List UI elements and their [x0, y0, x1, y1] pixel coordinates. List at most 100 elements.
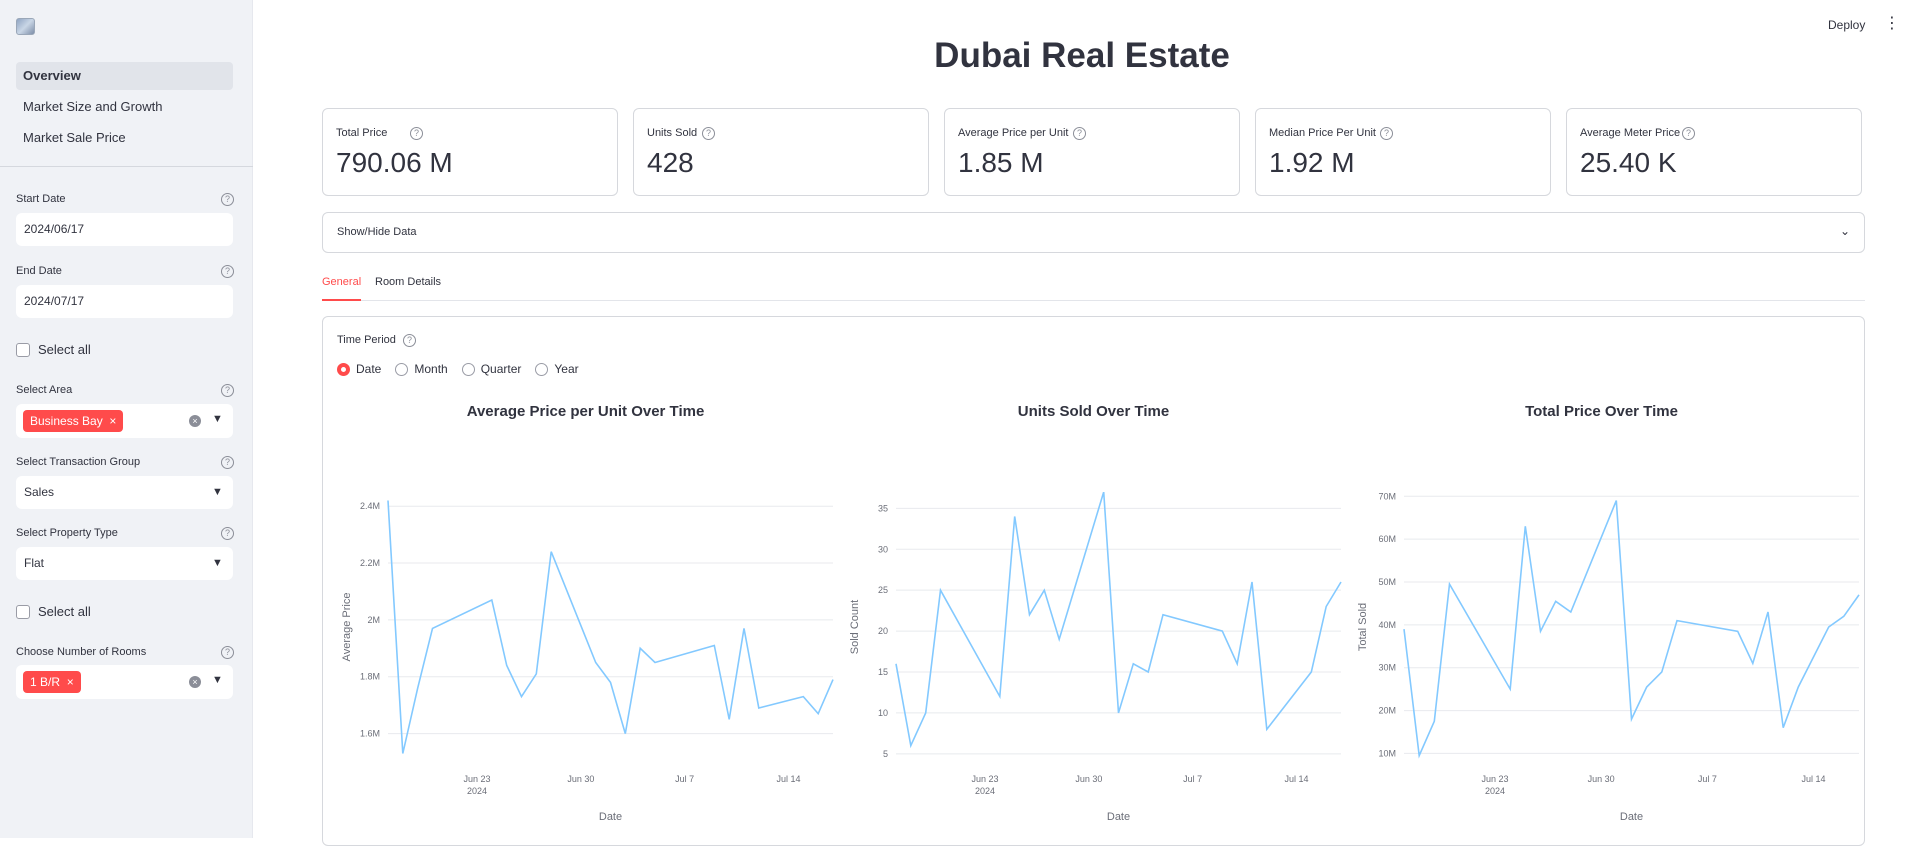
metric-label: Average Price per Unit [958, 127, 1069, 139]
y-axis-label: Total Sold [1357, 603, 1369, 651]
select-all-rooms-checkbox[interactable] [16, 604, 30, 619]
area-chevron-down-icon[interactable]: ▼ [212, 413, 223, 425]
sidebar-nav: Overview Market Size and Growth Market S… [16, 62, 233, 155]
radio-quarter-dot[interactable] [461, 362, 475, 376]
rooms-help-icon[interactable]: ? [221, 646, 234, 659]
radio-month-dot[interactable] [395, 362, 409, 376]
property-type-label: Select Property Type [16, 527, 118, 539]
x-axis-label: Date [1107, 811, 1130, 823]
radio-quarter[interactable]: Quarter [461, 362, 521, 376]
show-hide-data-expander[interactable]: Show/Hide Data ⌄ [322, 212, 1865, 253]
y-tick-label: 5 [883, 749, 888, 759]
radio-month[interactable]: Month [395, 362, 448, 376]
x-tick-label: Jun 23 [1481, 774, 1508, 784]
time-period-label: Time Period [337, 334, 396, 346]
select-area-label: Select Area [16, 384, 73, 396]
y-tick-label: 25 [878, 585, 888, 595]
radio-date-dot[interactable] [337, 362, 350, 376]
end-date-input[interactable]: 2024/07/17 [16, 285, 233, 318]
metric-average-meter-price: Average Meter Price ? 25.40 K [1566, 108, 1862, 196]
x-tick-label: Jul 7 [675, 774, 694, 784]
metric-value: 1.92 M [1269, 147, 1355, 178]
x-tick-label: 2024 [1485, 786, 1505, 796]
main-menu-icon[interactable]: ⋮ [1884, 16, 1900, 32]
y-tick-label: 1.6M [360, 729, 380, 739]
x-tick-label: Jun 23 [463, 774, 490, 784]
area-chip[interactable]: Business Bay × [23, 410, 124, 432]
help-icon[interactable]: ? [1682, 127, 1695, 140]
select-all-rooms-row[interactable]: Select all [16, 604, 91, 619]
metric-value: 1.85 M [958, 147, 1044, 178]
select-all-area-checkbox[interactable] [16, 342, 30, 357]
y-tick-label: 60M [1378, 534, 1396, 544]
x-tick-label: Jun 30 [1588, 774, 1615, 784]
x-tick-label: Jun 30 [567, 774, 594, 784]
y-tick-label: 40M [1378, 620, 1396, 630]
help-icon[interactable]: ? [1073, 127, 1086, 140]
avg-price-line-chart[interactable]: 1.6M 1.8M 2M 2.2M 2.4M Jun 23 2024 Jun 30 Jul 7 J… [333, 492, 838, 827]
nav-item-market-sale-price[interactable]: Market Sale Price [16, 124, 233, 152]
nav-item-market-size[interactable]: Market Size and Growth [16, 93, 233, 121]
units-sold-line-chart[interactable]: 5 10 15 20 25 30 35 Jun 23 2024 Jun 30 Jul 7 Jul 14… [841, 492, 1346, 827]
help-icon[interactable]: ? [702, 127, 715, 140]
y-axis-label: Average Price [341, 593, 353, 662]
x-tick-label: Jun 30 [1075, 774, 1102, 784]
y-tick-label: 20M [1378, 706, 1396, 716]
rooms-clear-icon[interactable]: × [189, 676, 201, 688]
x-tick-label: 2024 [975, 786, 995, 796]
y-tick-label: 2.4M [360, 501, 380, 511]
radio-month-label: Month [414, 362, 448, 376]
select-all-area-row[interactable]: Select all [16, 342, 91, 357]
end-date-help-icon[interactable]: ? [221, 265, 234, 278]
property-chevron-down-icon[interactable]: ▼ [212, 557, 223, 569]
x-axis-label: Date [599, 811, 622, 823]
x-tick-label: 2024 [467, 786, 487, 796]
metric-average-price-per-unit: Average Price per Unit ? 1.85 M [944, 108, 1240, 196]
x-tick-label: Jul 14 [776, 774, 800, 784]
y-tick-label: 15 [878, 667, 888, 677]
x-tick-label: Jun 23 [971, 774, 998, 784]
y-tick-label: 10M [1378, 748, 1396, 758]
series-line[interactable] [895, 492, 1342, 749]
help-icon[interactable]: ? [1380, 127, 1393, 140]
metric-label: Units Sold [647, 127, 698, 139]
tab-room-details[interactable]: Room Details [375, 276, 441, 301]
property-type-select[interactable]: Flat [16, 547, 233, 580]
x-tick-label: Jul 14 [1284, 774, 1308, 784]
start-date-help-icon[interactable]: ? [221, 193, 234, 206]
nav-item-overview[interactable]: Overview [16, 62, 233, 90]
deploy-button[interactable]: Deploy [1828, 18, 1865, 32]
radio-year[interactable]: Year [535, 362, 579, 376]
rooms-chip[interactable]: 1 B/R × [23, 671, 81, 693]
time-period-radio-group: Date Month Quarter Year [337, 362, 579, 376]
metric-label: Average Meter Price [1580, 127, 1681, 139]
page-title: Dubai Real Estate [934, 36, 1230, 75]
radio-year-dot[interactable] [535, 362, 549, 376]
chart-title-total-price: Total Price Over Time [1525, 403, 1678, 420]
area-clear-icon[interactable]: × [189, 415, 201, 427]
metric-value: 790.06 M [336, 147, 453, 178]
start-date-input[interactable]: 2024/06/17 [16, 213, 233, 246]
start-date-label: Start Date [16, 193, 66, 205]
y-tick-label: 70M [1378, 492, 1396, 501]
help-icon[interactable]: ? [410, 127, 423, 140]
y-tick-label: 50M [1378, 577, 1396, 587]
time-period-help-icon[interactable]: ? [403, 334, 416, 347]
series-line[interactable] [387, 500, 834, 754]
metric-value: 428 [647, 147, 694, 178]
transaction-group-help-icon[interactable]: ? [221, 456, 234, 469]
rooms-chip-remove-icon[interactable]: × [67, 675, 74, 689]
transaction-chevron-down-icon[interactable]: ▼ [212, 486, 223, 498]
property-type-help-icon[interactable]: ? [221, 527, 234, 540]
tab-general[interactable]: General [322, 276, 362, 301]
rooms-chevron-down-icon[interactable]: ▼ [212, 674, 223, 686]
area-chip-remove-icon[interactable]: × [109, 414, 116, 428]
rooms-chip-label: 1 B/R [30, 675, 61, 689]
x-tick-label: Jul 14 [1801, 774, 1825, 784]
transaction-group-select[interactable]: Sales [16, 476, 233, 509]
radio-date[interactable]: Date [337, 362, 381, 376]
select-area-help-icon[interactable]: ? [221, 384, 234, 397]
chart-panel: Time Period ? Date Month Quarter Year Av… [322, 316, 1865, 846]
total-price-line-chart[interactable]: 10M 20M 30M 40M 50M 60M 70M Jun 23 2024 Jun 30 Jul… [1349, 492, 1864, 827]
y-tick-label: 10 [878, 708, 888, 718]
